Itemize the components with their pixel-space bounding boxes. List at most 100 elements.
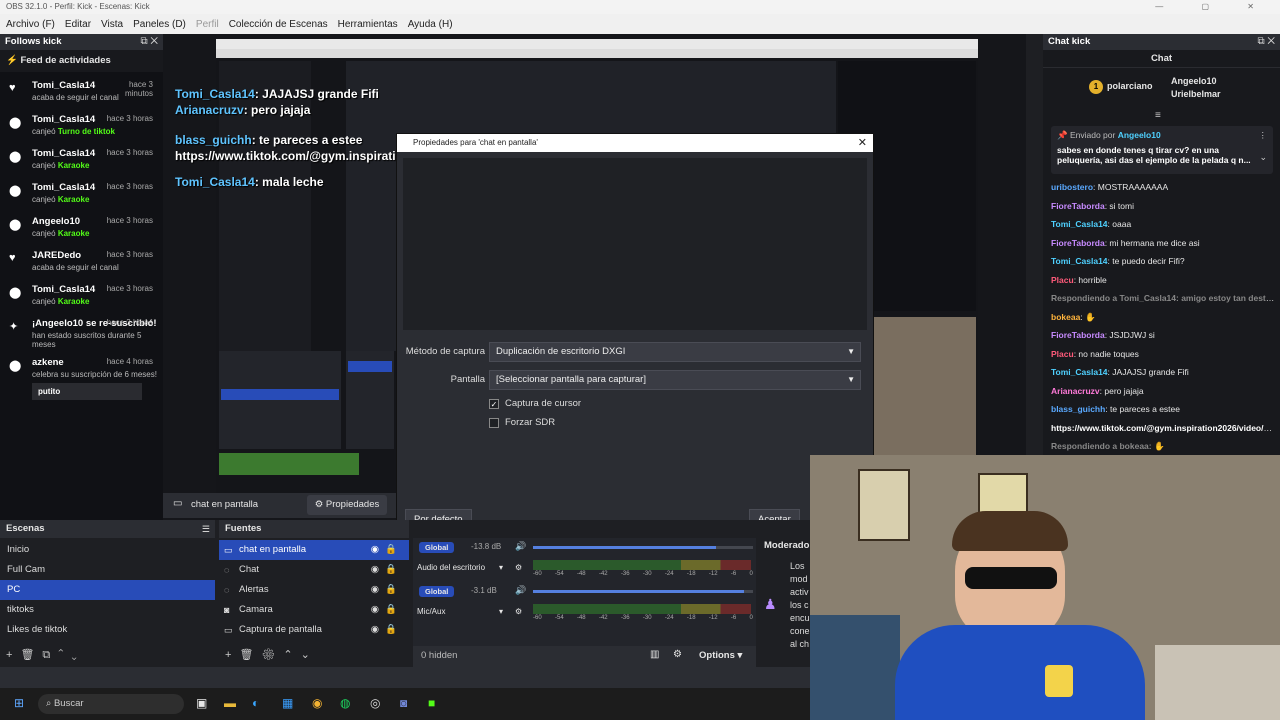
source-item[interactable]: ◌ Chat ◉ 🔒 bbox=[219, 560, 409, 580]
chevron-down-icon[interactable]: ⌄ bbox=[301, 649, 318, 661]
lock-icon[interactable]: 🔒 bbox=[385, 540, 397, 560]
eye-icon[interactable]: ◉ bbox=[371, 540, 379, 560]
chat-username[interactable]: FioreTaborda bbox=[1051, 201, 1105, 211]
properties-button[interactable]: ⚙ Propiedades bbox=[307, 495, 387, 515]
chat-username[interactable]: Tomi_Casla14 bbox=[1051, 367, 1108, 377]
chevron-down-icon[interactable]: ⌄ bbox=[71, 649, 84, 661]
lock-icon[interactable]: 🔒 bbox=[385, 580, 397, 600]
chat-username[interactable]: bokeaa bbox=[1051, 312, 1080, 322]
chat-username[interactable]: Tomi_Casla14 bbox=[1051, 219, 1108, 229]
dock-controls[interactable]: ⧉ ✕ bbox=[140, 34, 158, 50]
menu-archivo[interactable]: Archivo (F) bbox=[6, 19, 55, 30]
mixer-settings-icon[interactable]: ⚙ bbox=[515, 607, 522, 616]
store-icon[interactable]: ▦ bbox=[282, 696, 293, 710]
volume-icon[interactable]: 🔊 bbox=[515, 541, 526, 552]
gear-icon[interactable]: ⚙ bbox=[261, 649, 283, 661]
chat-username[interactable]: Respondiendo a Tomi_Casla14: amigo estoy… bbox=[1051, 293, 1276, 303]
chat-username[interactable]: Respondiendo a bokeaa: ✋ bbox=[1051, 441, 1165, 451]
eye-icon[interactable]: ◉ bbox=[371, 580, 379, 600]
menu-ayuda[interactable]: Ayuda (H) bbox=[408, 19, 453, 30]
chevron-down-icon[interactable]: ▾ bbox=[499, 563, 503, 572]
scene-item[interactable]: tiktoks bbox=[0, 600, 215, 620]
chevron-up-icon[interactable]: ⌃ bbox=[283, 649, 300, 661]
source-item[interactable]: ◙ Camara ◉ 🔒 bbox=[219, 600, 409, 620]
eye-icon[interactable]: ◉ bbox=[371, 600, 379, 620]
taskbar-search-placeholder: Buscar bbox=[53, 698, 84, 709]
dialog-preview bbox=[403, 158, 867, 330]
obs-icon[interactable]: ◎ bbox=[370, 696, 380, 710]
eye-icon[interactable]: ◉ bbox=[371, 560, 379, 580]
settings-icon[interactable]: ⚙ bbox=[673, 649, 682, 660]
trash-icon[interactable]: 🗑 bbox=[239, 649, 261, 661]
chat-username[interactable]: blass_guichh bbox=[1051, 404, 1105, 414]
dock-menu-icon[interactable]: ☰ bbox=[202, 520, 210, 538]
person-shirt bbox=[895, 625, 1145, 720]
trash-icon[interactable]: 🗑 bbox=[20, 649, 42, 661]
chat-username[interactable]: Arianacruzv bbox=[1051, 386, 1100, 396]
chat-username[interactable]: Placu bbox=[1051, 349, 1074, 359]
channel-name: Audio del escritorio bbox=[417, 563, 486, 572]
menu-editar[interactable]: Editar bbox=[65, 19, 91, 30]
chat-username[interactable]: FioreTaborda bbox=[1051, 330, 1105, 340]
add-icon[interactable]: + bbox=[6, 649, 20, 661]
menu-herramientas[interactable]: Herramientas bbox=[338, 19, 398, 30]
chrome-icon[interactable]: ◉ bbox=[312, 696, 322, 710]
chat-username[interactable]: https://www.tiktok.com/@gym.inspiration2… bbox=[1051, 423, 1276, 433]
source-item[interactable]: ◌ Alertas ◉ 🔒 bbox=[219, 580, 409, 600]
chevron-down-icon[interactable]: ⌄ bbox=[1259, 152, 1267, 163]
filter-icon[interactable]: ⧉ bbox=[42, 649, 58, 661]
nested-sources bbox=[346, 351, 394, 449]
spotify-icon[interactable]: ◍ bbox=[340, 696, 350, 710]
chat-username[interactable]: Tomi_Casla14 bbox=[1051, 256, 1108, 266]
scene-item[interactable]: Likes de tiktok bbox=[0, 620, 215, 640]
scene-item[interactable]: Full Cam bbox=[0, 560, 215, 580]
more-options-icon[interactable]: ⋮ bbox=[1259, 130, 1268, 141]
lock-icon[interactable]: 🔒 bbox=[385, 620, 397, 640]
windows-start-icon[interactable]: ⊞ bbox=[14, 696, 24, 710]
kick-icon[interactable]: ■ bbox=[428, 696, 435, 710]
menu-vista[interactable]: Vista bbox=[101, 19, 123, 30]
menu-paneles[interactable]: Paneles (D) bbox=[133, 19, 186, 30]
force-sdr-checkbox[interactable]: Forzar SDR bbox=[489, 417, 555, 428]
close-icon[interactable]: ✕ bbox=[858, 134, 867, 152]
collapse-icon[interactable]: ≡ bbox=[1155, 110, 1161, 121]
capture-method-select[interactable]: Duplicación de escritorio DXGI ▼ bbox=[489, 342, 861, 362]
scene-item[interactable]: Inicio bbox=[0, 540, 215, 560]
nested-menubar bbox=[216, 49, 978, 58]
screen-select[interactable]: [Seleccionar pantalla para capturar] ▼ bbox=[489, 370, 861, 390]
cursor-capture-checkbox[interactable]: ✓ Captura de cursor bbox=[489, 398, 581, 409]
bed bbox=[1155, 645, 1280, 720]
source-item[interactable]: ▭ chat en pantalla ◉ 🔒 bbox=[219, 540, 409, 560]
capture-method-label: Método de captura bbox=[405, 346, 485, 357]
menu-perfil[interactable]: Perfil bbox=[196, 19, 219, 30]
add-icon[interactable]: + bbox=[225, 649, 239, 661]
scene-item[interactable]: PC bbox=[0, 580, 215, 600]
chevron-down-icon[interactable]: ▾ bbox=[499, 607, 503, 616]
checkbox-checked[interactable]: ✓ bbox=[489, 398, 499, 409]
window-controls[interactable]: — ▢ ✕ bbox=[1155, 0, 1272, 14]
chevron-up-icon[interactable]: ⌃ bbox=[58, 649, 71, 661]
volume-slider[interactable] bbox=[533, 546, 753, 549]
folder-icon[interactable]: ▬ bbox=[224, 696, 236, 710]
task-view-icon[interactable]: ▣ bbox=[196, 696, 207, 710]
lock-icon[interactable]: 🔒 bbox=[385, 560, 397, 580]
chat-username[interactable]: FioreTaborda bbox=[1051, 238, 1105, 248]
mixer-options-button[interactable]: Options ▾ bbox=[699, 650, 742, 661]
source-item[interactable]: ▭ Captura de pantalla ◉ 🔒 bbox=[219, 620, 409, 640]
volume-icon[interactable]: 🔊 bbox=[515, 585, 526, 596]
checkbox-unchecked[interactable] bbox=[489, 417, 499, 428]
audio-mixer: Global -13.8 dB 🔊 Audio del escritorio ▾ ⚙ -60… bbox=[413, 538, 756, 667]
layout-icon[interactable]: ▥ bbox=[650, 649, 659, 660]
edge-icon[interactable]: ◐ bbox=[252, 696, 259, 710]
discord-icon[interactable]: ◙ bbox=[400, 696, 407, 710]
chat-username[interactable]: uribostero bbox=[1051, 182, 1093, 192]
dock-controls[interactable]: ⧉ ✕ bbox=[1257, 34, 1275, 50]
mixer-settings-icon[interactable]: ⚙ bbox=[515, 563, 522, 572]
menu-coleccion-escenas[interactable]: Colección de Escenas bbox=[229, 19, 328, 30]
eye-icon[interactable]: ◉ bbox=[371, 620, 379, 640]
chat-username[interactable]: Placu bbox=[1051, 275, 1074, 285]
lock-icon[interactable]: 🔒 bbox=[385, 600, 397, 620]
taskbar-search[interactable]: ⌕ Buscar bbox=[38, 694, 184, 714]
volume-slider[interactable] bbox=[533, 590, 753, 593]
pin-icon: 📌 bbox=[1057, 130, 1070, 140]
